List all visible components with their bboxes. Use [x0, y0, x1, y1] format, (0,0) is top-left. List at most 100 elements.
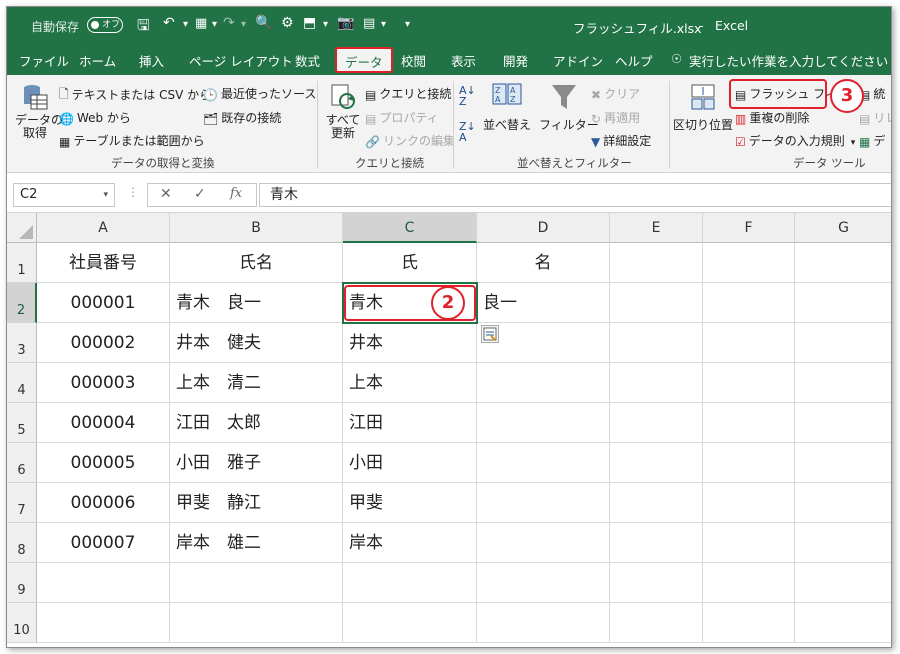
tab-home[interactable]: ホーム — [79, 51, 116, 70]
borders-icon[interactable]: ▦ — [195, 16, 207, 31]
cell-D4[interactable] — [477, 363, 610, 403]
undo-dropdown-icon[interactable]: ▾ — [183, 19, 188, 30]
cell-C9[interactable] — [343, 563, 477, 603]
name-box[interactable]: C2 ▾ — [13, 183, 115, 207]
cell-E3[interactable] — [610, 323, 703, 363]
row-header-6[interactable]: 6 — [7, 443, 37, 483]
redo-icon[interactable]: ↷ — [223, 15, 235, 31]
clear-button[interactable]: ✖ クリア — [591, 85, 640, 102]
cell-E9[interactable] — [610, 563, 703, 603]
tab-data[interactable]: データ — [335, 47, 393, 73]
column-header-G[interactable]: G — [795, 213, 891, 243]
tab-page-layout[interactable]: ページ レイアウト — [189, 51, 293, 70]
cell-F9[interactable] — [703, 563, 795, 603]
cell-A1[interactable]: 社員番号 — [37, 243, 170, 283]
cell-G9[interactable] — [795, 563, 891, 603]
cell-G4[interactable] — [795, 363, 891, 403]
cell-B2[interactable]: 青木 良一 — [170, 283, 343, 323]
redo-dropdown-icon[interactable]: ▾ — [241, 19, 246, 30]
save-icon[interactable]: 🖫 — [137, 15, 150, 40]
relations-button[interactable]: ▤リレ — [859, 109, 891, 126]
validation-button[interactable]: ☑ データの入力規則 ▾ — [735, 132, 855, 149]
properties-button[interactable]: ▤ プロパティ — [365, 109, 439, 126]
remove-duplicates-button[interactable]: ▥ 重複の削除 — [735, 109, 809, 126]
cell-G5[interactable] — [795, 403, 891, 443]
cell-G1[interactable] — [795, 243, 891, 283]
column-header-D[interactable]: D — [477, 213, 610, 243]
select-all-button[interactable] — [7, 213, 37, 243]
cell-A5[interactable]: 000004 — [37, 403, 170, 443]
tab-addins[interactable]: アドイン — [553, 51, 603, 70]
cell-B8[interactable]: 岸本 雄二 — [170, 523, 343, 563]
cell-C6[interactable]: 小田 — [343, 443, 477, 483]
cell-F8[interactable] — [703, 523, 795, 563]
existing-conn-button[interactable]: 🗂 既存の接続 — [203, 109, 281, 126]
cell-G7[interactable] — [795, 483, 891, 523]
cell-A2[interactable]: 000001 — [37, 283, 170, 323]
cell-G10[interactable] — [795, 603, 891, 643]
column-header-B[interactable]: B — [170, 213, 343, 243]
tab-developer[interactable]: 開発 — [503, 51, 528, 70]
cell-C8[interactable]: 岸本 — [343, 523, 477, 563]
cell-D9[interactable] — [477, 563, 610, 603]
cell-E2[interactable] — [610, 283, 703, 323]
cell-F3[interactable] — [703, 323, 795, 363]
fx-icon[interactable]: fx — [230, 186, 242, 201]
tab-insert[interactable]: 挿入 — [139, 51, 164, 70]
print-preview-icon[interactable]: 🔍 — [255, 15, 272, 31]
column-header-E[interactable]: E — [610, 213, 703, 243]
cell-C3[interactable]: 井本 — [343, 323, 477, 363]
cell-F4[interactable] — [703, 363, 795, 403]
formula-input[interactable]: 青木 — [259, 183, 891, 207]
cell-C1[interactable]: 氏 — [343, 243, 477, 283]
tab-file[interactable]: ファイル — [19, 51, 69, 70]
cell-E10[interactable] — [610, 603, 703, 643]
borders-dropdown-icon[interactable]: ▾ — [212, 19, 217, 30]
sort-button[interactable]: ZAAZ 並べ替え — [483, 83, 531, 133]
cell-A6[interactable]: 000005 — [37, 443, 170, 483]
cell-B10[interactable] — [170, 603, 343, 643]
cell-B9[interactable] — [170, 563, 343, 603]
enter-icon[interactable]: ✓ — [194, 186, 206, 202]
row-header-4[interactable]: 4 — [7, 363, 37, 403]
cell-E7[interactable] — [610, 483, 703, 523]
refresh-all-button[interactable]: すべて 更新 — [325, 83, 361, 140]
filter-button[interactable]: フィルター — [539, 83, 599, 133]
cell-G3[interactable] — [795, 323, 891, 363]
cell-C5[interactable]: 江田 — [343, 403, 477, 443]
tab-review[interactable]: 校閲 — [401, 51, 426, 70]
cell-G2[interactable] — [795, 283, 891, 323]
data-model-button[interactable]: ▦ デ — [859, 132, 885, 149]
cancel-icon[interactable]: ✕ — [160, 186, 172, 202]
row-header-1[interactable]: 1 — [7, 243, 37, 283]
cell-F10[interactable] — [703, 603, 795, 643]
cell-B3[interactable]: 井本 健夫 — [170, 323, 343, 363]
cell-G8[interactable] — [795, 523, 891, 563]
tab-help[interactable]: ヘルプ — [615, 51, 653, 70]
macro-icon[interactable]: ▤ — [363, 16, 375, 31]
cell-D10[interactable] — [477, 603, 610, 643]
autosave-toggle[interactable]: オフ — [87, 17, 123, 33]
cell-D5[interactable] — [477, 403, 610, 443]
cell-E8[interactable] — [610, 523, 703, 563]
tell-me-box[interactable]: 実行したい作業を入力してください — [689, 51, 888, 70]
cell-A4[interactable]: 000003 — [37, 363, 170, 403]
cell-E1[interactable] — [610, 243, 703, 283]
cell-C7[interactable]: 甲斐 — [343, 483, 477, 523]
get-data-button[interactable]: データの 取得 — [15, 83, 63, 140]
cell-E5[interactable] — [610, 403, 703, 443]
cell-F1[interactable] — [703, 243, 795, 283]
web-button[interactable]: 🌐 Web から — [59, 109, 131, 126]
row-header-2[interactable]: 2 — [7, 283, 37, 323]
name-box-dropdown-icon[interactable]: ▾ — [103, 184, 108, 206]
row-header-10[interactable]: 10 — [7, 603, 37, 643]
cell-F6[interactable] — [703, 443, 795, 483]
cell-C10[interactable] — [343, 603, 477, 643]
sort-za-icon[interactable]: Z↓ A — [459, 121, 476, 143]
cell-D1[interactable]: 名 — [477, 243, 610, 283]
cell-A8[interactable]: 000007 — [37, 523, 170, 563]
row-header-3[interactable]: 3 — [7, 323, 37, 363]
validation-dropdown-icon[interactable]: ▾ — [851, 138, 856, 148]
cell-C4[interactable]: 上本 — [343, 363, 477, 403]
cell-E6[interactable] — [610, 443, 703, 483]
